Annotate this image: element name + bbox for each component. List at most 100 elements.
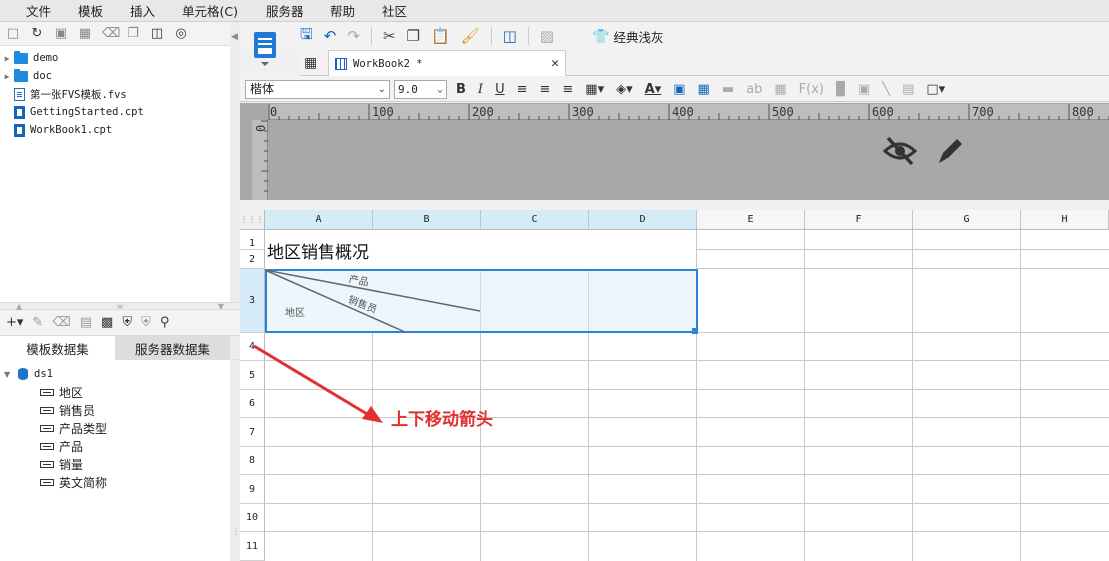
- hide-eye-icon[interactable]: [882, 134, 918, 168]
- font-color-icon[interactable]: A▾: [645, 82, 662, 97]
- column-header-a[interactable]: A: [265, 210, 373, 230]
- edit-icon[interactable]: ✎: [32, 315, 43, 330]
- copy-icon[interactable]: ❐: [126, 26, 140, 41]
- database-disabled-icon[interactable]: ⛨: [141, 315, 151, 330]
- fill-handle[interactable]: [692, 328, 698, 334]
- close-icon[interactable]: ✕: [551, 56, 559, 71]
- tree-item-gettingstarted[interactable]: GettingStarted.cpt: [0, 103, 239, 121]
- field-item[interactable]: 销售员: [0, 401, 240, 419]
- trash-icon[interactable]: ◫: [150, 26, 164, 41]
- collapse-left-icon[interactable]: ◀: [231, 32, 238, 42]
- preview-icon[interactable]: ▤: [80, 315, 92, 330]
- column-header-e[interactable]: E: [697, 210, 805, 230]
- tab-server-dataset[interactable]: 服务器数据集: [115, 336, 230, 360]
- tab-template-dataset[interactable]: 模板数据集: [0, 336, 115, 360]
- row-header-3[interactable]: 3: [240, 269, 265, 333]
- align-center-icon[interactable]: ≡: [539, 82, 550, 97]
- field-item[interactable]: 销量: [0, 455, 240, 473]
- menu-file[interactable]: 文件: [26, 1, 78, 20]
- field-item[interactable]: 地区: [0, 383, 240, 401]
- insert-text-icon[interactable]: ▬: [722, 82, 734, 97]
- locate-icon[interactable]: ◎: [174, 26, 188, 41]
- column-header-g[interactable]: G: [913, 210, 1021, 230]
- grip-icon[interactable]: ⋮: [232, 527, 240, 536]
- italic-icon[interactable]: I: [478, 82, 483, 97]
- redo-icon[interactable]: ↷: [347, 27, 360, 45]
- tree-item-doc[interactable]: ▶ doc: [0, 67, 239, 85]
- row-header-2[interactable]: 2: [240, 250, 265, 269]
- dataset-ds1[interactable]: ▼ ds1: [0, 365, 240, 383]
- align-right-icon[interactable]: ≡: [562, 82, 573, 97]
- menu-community[interactable]: 社区: [382, 1, 434, 20]
- menu-cell[interactable]: 单元格(C): [182, 1, 266, 20]
- row-header-10[interactable]: 10: [240, 504, 265, 532]
- ab-icon[interactable]: ab: [746, 82, 762, 97]
- undo-icon[interactable]: ↶: [324, 27, 337, 45]
- column-header-h[interactable]: H: [1021, 210, 1109, 230]
- row-header-1[interactable]: 1: [240, 230, 265, 250]
- split-cells-icon[interactable]: ▦: [698, 82, 710, 97]
- expand-arrow-icon[interactable]: ▶: [0, 54, 14, 63]
- panel-splitter[interactable]: ▲ ≡ ▼: [0, 302, 240, 311]
- chart-icon[interactable]: ▉: [836, 82, 846, 97]
- database-icon[interactable]: ⛨: [122, 315, 132, 330]
- fill-color-icon[interactable]: ◈▾: [616, 82, 633, 97]
- format-painter-icon[interactable]: 🖌: [461, 27, 480, 45]
- chevron-down-icon[interactable]: ⌄: [378, 81, 386, 98]
- report-title-cell[interactable]: 地区销售概况: [267, 238, 369, 263]
- lock-icon[interactable]: ▦: [78, 26, 92, 41]
- menu-template[interactable]: 模板: [78, 1, 130, 20]
- dataset-edit-icon[interactable]: ▩: [101, 315, 113, 330]
- tree-item-workbook1[interactable]: WorkBook1.cpt: [0, 121, 239, 139]
- chevron-down-icon[interactable]: ⌄: [437, 81, 443, 98]
- tree-item-fvs[interactable]: 第一张FVS模板.fvs: [0, 85, 239, 103]
- menu-help[interactable]: 帮助: [330, 1, 382, 20]
- text-frame-icon[interactable]: ◫: [503, 27, 517, 45]
- search-icon[interactable]: ⚲: [160, 315, 170, 330]
- delete-dataset-icon[interactable]: ⌫: [52, 315, 70, 330]
- delete-icon[interactable]: ⌫: [102, 26, 120, 41]
- select-all-corner[interactable]: ⋮⋮⋮: [240, 210, 265, 230]
- row-header-8[interactable]: 8: [240, 447, 265, 475]
- row-header-11[interactable]: 11: [240, 532, 265, 561]
- row-header-9[interactable]: 9: [240, 475, 265, 504]
- new-folder-icon[interactable]: □: [6, 26, 20, 41]
- expand-arrow-icon[interactable]: ▶: [0, 72, 14, 81]
- font-size-select[interactable]: 9.0 ⌄: [394, 80, 447, 99]
- menu-insert[interactable]: 插入: [130, 1, 182, 20]
- field-item[interactable]: 产品: [0, 437, 240, 455]
- image-icon[interactable]: ▣: [858, 82, 870, 97]
- field-item[interactable]: 产品类型: [0, 419, 240, 437]
- align-left-icon[interactable]: ≡: [517, 82, 528, 97]
- paste-icon[interactable]: 📋: [431, 27, 450, 45]
- column-header-c[interactable]: C: [481, 210, 589, 230]
- subreport-icon[interactable]: ▤: [902, 82, 914, 97]
- merge-icon[interactable]: ▣: [673, 82, 685, 97]
- slash-icon[interactable]: ╲: [882, 82, 890, 97]
- underline-icon[interactable]: U: [495, 82, 505, 97]
- theme-button[interactable]: 👕 经典浅灰: [592, 27, 663, 46]
- save-icon[interactable]: 🖫: [300, 24, 313, 49]
- column-header-d[interactable]: D: [589, 210, 697, 230]
- tree-item-demo[interactable]: ▶ demo: [0, 49, 239, 67]
- field-item[interactable]: 英文简称: [0, 473, 240, 491]
- sheet-grid-icon[interactable]: ▦: [304, 55, 317, 71]
- pencil-icon[interactable]: [935, 134, 967, 168]
- cut-icon[interactable]: ✂: [383, 27, 396, 45]
- tab-workbook2[interactable]: WorkBook2 * ✕: [328, 50, 566, 76]
- font-select[interactable]: 楷体 ⌄: [245, 80, 390, 99]
- border-icon[interactable]: ▦▾: [585, 82, 604, 97]
- chart-disabled-icon[interactable]: ▨: [540, 27, 554, 45]
- formula-icon[interactable]: ▦: [774, 82, 786, 97]
- function-icon[interactable]: F(x): [799, 82, 824, 97]
- column-header-b[interactable]: B: [373, 210, 481, 230]
- refresh-icon[interactable]: ↻: [30, 26, 44, 41]
- open-icon[interactable]: ▣: [54, 26, 68, 41]
- menu-server[interactable]: 服务器: [266, 1, 330, 20]
- bold-icon[interactable]: B: [456, 82, 466, 97]
- template-panel-icon[interactable]: [250, 30, 280, 68]
- expand-arrow-icon[interactable]: ▼: [4, 370, 18, 379]
- add-dataset-icon[interactable]: +▾: [6, 315, 23, 330]
- frame-icon[interactable]: □▾: [926, 82, 945, 97]
- column-header-f[interactable]: F: [805, 210, 913, 230]
